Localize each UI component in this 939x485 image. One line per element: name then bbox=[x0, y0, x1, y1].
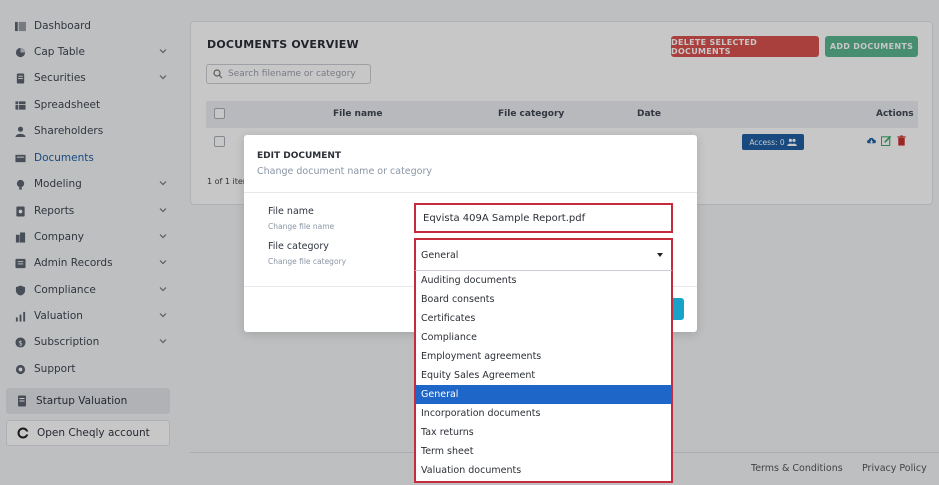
file-category-select[interactable]: General bbox=[414, 238, 673, 270]
file-category-label: File category bbox=[268, 241, 329, 252]
category-option[interactable]: Incorporation documents bbox=[416, 404, 671, 423]
save-button[interactable] bbox=[673, 298, 684, 320]
file-name-label: File name bbox=[268, 206, 314, 217]
category-option[interactable]: Equity Sales Agreement bbox=[416, 366, 671, 385]
file-category-hint: Change file category bbox=[268, 257, 347, 266]
category-option[interactable]: Valuation documents bbox=[416, 461, 671, 480]
category-option[interactable]: Tax returns bbox=[416, 423, 671, 442]
category-option[interactable]: Auditing documents bbox=[416, 271, 671, 290]
file-category-options: Auditing documents Board consents Certif… bbox=[414, 270, 673, 483]
caret-down-icon bbox=[657, 253, 663, 257]
modal-divider bbox=[244, 192, 697, 193]
category-option[interactable]: Employment agreements bbox=[416, 347, 671, 366]
category-option[interactable]: Certificates bbox=[416, 309, 671, 328]
modal-subtitle: Change document name or category bbox=[257, 166, 433, 177]
file-name-hint: Change file name bbox=[268, 222, 335, 231]
file-category-selected: General bbox=[421, 249, 459, 261]
file-name-input[interactable]: Eqvista 409A Sample Report.pdf bbox=[414, 203, 673, 233]
category-option[interactable]: Board consents bbox=[416, 290, 671, 309]
category-option[interactable]: Term sheet bbox=[416, 442, 671, 461]
app-root: Dashboard Cap Table Securities Spreadshe… bbox=[0, 0, 939, 485]
category-option[interactable]: Compliance bbox=[416, 328, 671, 347]
file-name-value: Eqvista 409A Sample Report.pdf bbox=[423, 212, 586, 224]
category-option-selected[interactable]: General bbox=[416, 385, 671, 404]
modal-title: EDIT DOCUMENT bbox=[257, 151, 342, 161]
